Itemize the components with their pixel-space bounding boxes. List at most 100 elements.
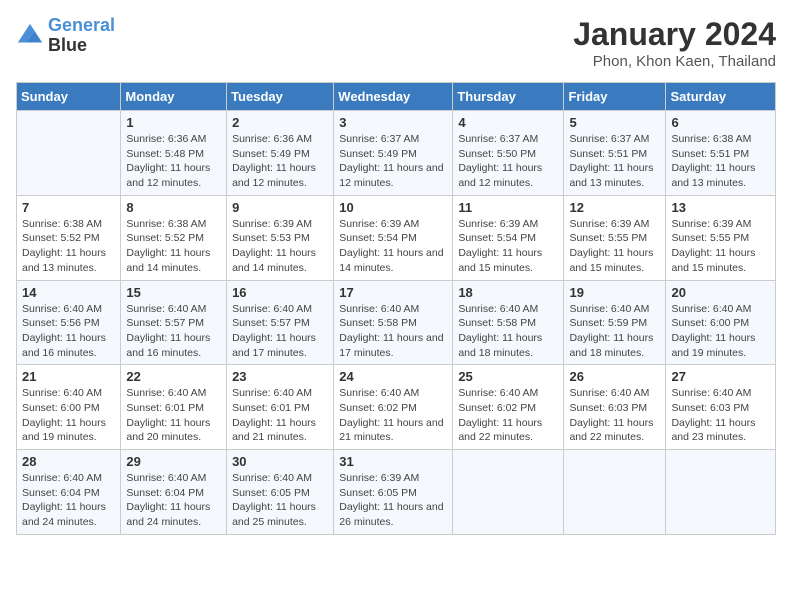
calendar-cell: 25 Sunrise: 6:40 AMSunset: 6:02 PMDayligh…	[453, 365, 564, 450]
day-info: Sunrise: 6:40 AMSunset: 6:04 PMDaylight:…	[22, 471, 115, 530]
calendar-cell: 12Sunrise: 6:39 AMSunset: 5:55 PMDayligh…	[564, 195, 666, 280]
calendar-cell: 29 Sunrise: 6:40 AMSunset: 6:04 PMDayligh…	[121, 450, 227, 535]
day-info: Sunrise: 6:40 AMSunset: 5:59 PMDaylight:…	[569, 302, 660, 361]
day-info: Sunrise: 6:40 AMSunset: 6:00 PMDaylight:…	[22, 386, 115, 445]
day-number: 19	[569, 285, 660, 300]
day-number: 25	[458, 369, 558, 384]
calendar-cell: 11 Sunrise: 6:39 AMSunset: 5:54 PMDayligh…	[453, 195, 564, 280]
day-info: Sunrise: 6:39 AMSunset: 6:05 PMDaylight:…	[339, 471, 447, 530]
calendar-cell	[666, 450, 776, 535]
day-number: 16	[232, 285, 328, 300]
day-number: 20	[671, 285, 770, 300]
day-info: Sunrise: 6:40 AMSunset: 6:03 PMDaylight:…	[671, 386, 770, 445]
day-number: 18	[458, 285, 558, 300]
day-info: Sunrise: 6:40 AMSunset: 5:58 PMDaylight:…	[458, 302, 558, 361]
calendar-cell: 26Sunrise: 6:40 AMSunset: 6:03 PMDayligh…	[564, 365, 666, 450]
day-number: 4	[458, 115, 558, 130]
day-number: 5	[569, 115, 660, 130]
day-info: Sunrise: 6:40 AMSunset: 6:04 PMDaylight:…	[126, 471, 221, 530]
calendar-cell	[453, 450, 564, 535]
calendar-cell: 18 Sunrise: 6:40 AMSunset: 5:58 PMDayligh…	[453, 280, 564, 365]
calendar-week-row: 28 Sunrise: 6:40 AMSunset: 6:04 PMDayligh…	[17, 450, 776, 535]
calendar-cell: 3Sunrise: 6:37 AMSunset: 5:49 PMDaylight…	[334, 111, 453, 196]
day-info: Sunrise: 6:40 AMSunset: 6:01 PMDaylight:…	[232, 386, 328, 445]
day-number: 23	[232, 369, 328, 384]
calendar-cell: 14Sunrise: 6:40 AMSunset: 5:56 PMDayligh…	[17, 280, 121, 365]
day-header: Sunday	[17, 83, 121, 111]
calendar-cell: 24Sunrise: 6:40 AMSunset: 6:02 PMDayligh…	[334, 365, 453, 450]
calendar-cell: 9 Sunrise: 6:39 AMSunset: 5:53 PMDaylight…	[227, 195, 334, 280]
calendar-week-row: 7Sunrise: 6:38 AMSunset: 5:52 PMDaylight…	[17, 195, 776, 280]
day-info: Sunrise: 6:40 AMSunset: 6:00 PMDaylight:…	[671, 302, 770, 361]
day-info: Sunrise: 6:40 AMSunset: 6:02 PMDaylight:…	[458, 386, 558, 445]
day-info: Sunrise: 6:37 AMSunset: 5:50 PMDaylight:…	[458, 132, 558, 191]
day-number: 30	[232, 454, 328, 469]
day-info: Sunrise: 6:37 AMSunset: 5:51 PMDaylight:…	[569, 132, 660, 191]
day-header: Wednesday	[334, 83, 453, 111]
day-number: 6	[671, 115, 770, 130]
day-info: Sunrise: 6:39 AMSunset: 5:54 PMDaylight:…	[458, 217, 558, 276]
calendar-cell: 19 Sunrise: 6:40 AMSunset: 5:59 PMDayligh…	[564, 280, 666, 365]
day-info: Sunrise: 6:38 AMSunset: 5:52 PMDaylight:…	[126, 217, 221, 276]
calendar-cell: 13 Sunrise: 6:39 AMSunset: 5:55 PMDayligh…	[666, 195, 776, 280]
day-number: 11	[458, 200, 558, 215]
day-number: 28	[22, 454, 115, 469]
day-number: 10	[339, 200, 447, 215]
logo: General Blue	[16, 16, 115, 56]
day-number: 3	[339, 115, 447, 130]
day-info: Sunrise: 6:40 AMSunset: 6:05 PMDaylight:…	[232, 471, 328, 530]
day-info: Sunrise: 6:36 AMSunset: 5:48 PMDaylight:…	[126, 132, 221, 191]
month-title: January 2024	[573, 16, 776, 53]
location-subtitle: Phon, Khon Kaen, Thailand	[573, 53, 776, 70]
day-number: 26	[569, 369, 660, 384]
day-number: 29	[126, 454, 221, 469]
calendar-body: 1 Sunrise: 6:36 AMSunset: 5:48 PMDaylight…	[17, 111, 776, 535]
calendar-cell: 31 Sunrise: 6:39 AMSunset: 6:05 PMDayligh…	[334, 450, 453, 535]
calendar-cell: 22 Sunrise: 6:40 AMSunset: 6:01 PMDayligh…	[121, 365, 227, 450]
day-info: Sunrise: 6:38 AMSunset: 5:52 PMDaylight:…	[22, 217, 115, 276]
page-header: General Blue January 2024 Phon, Khon Kae…	[16, 16, 776, 70]
day-info: Sunrise: 6:39 AMSunset: 5:55 PMDaylight:…	[671, 217, 770, 276]
day-header: Saturday	[666, 83, 776, 111]
calendar-cell: 16Sunrise: 6:40 AMSunset: 5:57 PMDayligh…	[227, 280, 334, 365]
day-number: 8	[126, 200, 221, 215]
calendar-cell: 6 Sunrise: 6:38 AMSunset: 5:51 PMDaylight…	[666, 111, 776, 196]
calendar-week-row: 21Sunrise: 6:40 AMSunset: 6:00 PMDayligh…	[17, 365, 776, 450]
day-info: Sunrise: 6:40 AMSunset: 6:01 PMDaylight:…	[126, 386, 221, 445]
day-number: 14	[22, 285, 115, 300]
day-number: 31	[339, 454, 447, 469]
calendar-cell: 1 Sunrise: 6:36 AMSunset: 5:48 PMDaylight…	[121, 111, 227, 196]
day-number: 24	[339, 369, 447, 384]
calendar-cell: 7Sunrise: 6:38 AMSunset: 5:52 PMDaylight…	[17, 195, 121, 280]
day-header: Tuesday	[227, 83, 334, 111]
day-info: Sunrise: 6:39 AMSunset: 5:53 PMDaylight:…	[232, 217, 328, 276]
title-block: January 2024 Phon, Khon Kaen, Thailand	[573, 16, 776, 70]
calendar-cell: 30 Sunrise: 6:40 AMSunset: 6:05 PMDayligh…	[227, 450, 334, 535]
day-number: 17	[339, 285, 447, 300]
day-number: 13	[671, 200, 770, 215]
day-number: 2	[232, 115, 328, 130]
day-info: Sunrise: 6:38 AMSunset: 5:51 PMDaylight:…	[671, 132, 770, 191]
day-info: Sunrise: 6:40 AMSunset: 5:58 PMDaylight:…	[339, 302, 447, 361]
calendar-week-row: 14Sunrise: 6:40 AMSunset: 5:56 PMDayligh…	[17, 280, 776, 365]
logo-text: General Blue	[48, 16, 115, 56]
day-info: Sunrise: 6:39 AMSunset: 5:54 PMDaylight:…	[339, 217, 447, 276]
calendar-week-row: 1 Sunrise: 6:36 AMSunset: 5:48 PMDaylight…	[17, 111, 776, 196]
day-number: 27	[671, 369, 770, 384]
calendar-cell: 8 Sunrise: 6:38 AMSunset: 5:52 PMDaylight…	[121, 195, 227, 280]
day-info: Sunrise: 6:36 AMSunset: 5:49 PMDaylight:…	[232, 132, 328, 191]
day-number: 1	[126, 115, 221, 130]
day-number: 12	[569, 200, 660, 215]
calendar-cell: 23 Sunrise: 6:40 AMSunset: 6:01 PMDayligh…	[227, 365, 334, 450]
calendar-cell: 27 Sunrise: 6:40 AMSunset: 6:03 PMDayligh…	[666, 365, 776, 450]
day-header: Monday	[121, 83, 227, 111]
calendar-cell: 5 Sunrise: 6:37 AMSunset: 5:51 PMDaylight…	[564, 111, 666, 196]
day-header: Thursday	[453, 83, 564, 111]
calendar-cell: 2 Sunrise: 6:36 AMSunset: 5:49 PMDaylight…	[227, 111, 334, 196]
day-number: 9	[232, 200, 328, 215]
calendar-cell: 20 Sunrise: 6:40 AMSunset: 6:00 PMDayligh…	[666, 280, 776, 365]
calendar-cell	[564, 450, 666, 535]
calendar-cell: 15Sunrise: 6:40 AMSunset: 5:57 PMDayligh…	[121, 280, 227, 365]
day-number: 15	[126, 285, 221, 300]
day-number: 22	[126, 369, 221, 384]
